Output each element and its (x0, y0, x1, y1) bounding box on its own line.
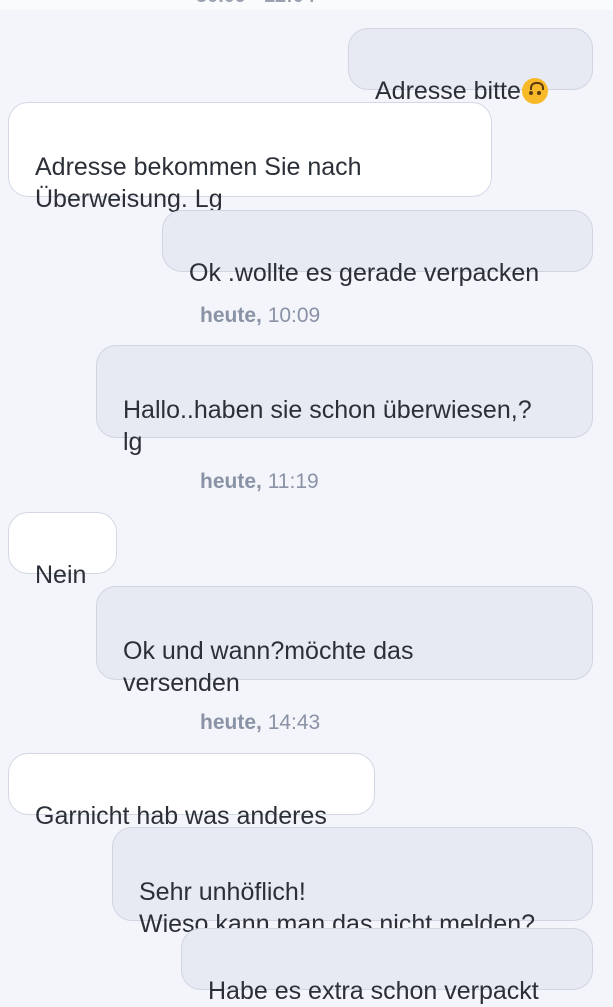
stamp-day: heute, (200, 304, 262, 327)
message-text: Habe es extra schon verpackt (208, 977, 539, 1005)
message-text: Adresse bekommen Sie nach Überweisung. L… (35, 153, 362, 213)
outgoing-message[interactable]: Hallo..haben sie schon überwiesen,? lg (96, 345, 593, 456)
outgoing-message[interactable]: Sehr unhöflich! Wieso kann man das nicht… (112, 827, 593, 938)
message-text: Garnicht hab was anderes (35, 802, 327, 830)
message-text: Adresse bitte (375, 77, 521, 105)
message-text: Ok und wann?möchte das versenden (123, 637, 414, 697)
message-text: Ok .wollte es gerade verpacken (189, 259, 540, 287)
clipped-header: 30.09 · 12:04 (0, 0, 613, 10)
stamp-time: 11:19 (267, 470, 319, 493)
incoming-message[interactable]: Nein (8, 512, 117, 589)
upside-down-face-icon (521, 78, 548, 104)
date-separator: heute, 10:09 (0, 304, 613, 328)
stamp-day: heute, (200, 711, 262, 734)
date-separator: heute, 14:43 (0, 711, 613, 735)
outgoing-message[interactable]: Adresse bitte (348, 28, 593, 105)
clipped-timestamp: 30.09 · 12:04 (196, 0, 315, 8)
outgoing-message[interactable]: Ok .wollte es gerade verpacken (162, 210, 593, 287)
incoming-message[interactable]: Garnicht hab was anderes (8, 753, 375, 830)
outgoing-message[interactable]: Habe es extra schon verpackt (181, 928, 593, 1005)
message-text: Hallo..haben sie schon überwiesen,? lg (123, 396, 532, 456)
stamp-time: 14:43 (267, 711, 321, 734)
stamp-day: heute, (200, 470, 262, 493)
incoming-message[interactable]: Adresse bekommen Sie nach Überweisung. L… (8, 102, 492, 213)
stamp-time: 10:09 (267, 304, 321, 327)
message-text: Nein (35, 561, 87, 589)
chat-thread[interactable]: 30.09 · 12:04 Adresse bitte Adresse beko… (0, 0, 613, 1005)
date-separator: heute, 11:19 (0, 470, 613, 494)
outgoing-message[interactable]: Ok und wann?möchte das versenden (96, 586, 593, 697)
